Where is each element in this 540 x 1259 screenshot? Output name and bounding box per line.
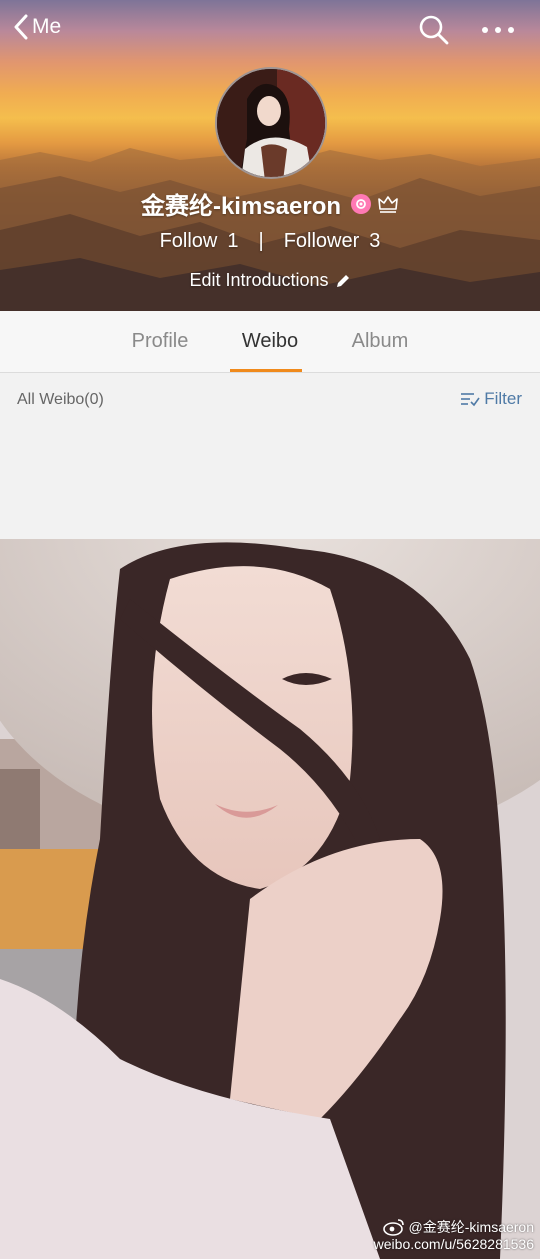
back-label: Me bbox=[32, 15, 62, 38]
edit-introductions-button[interactable]: Edit Introductions bbox=[0, 270, 540, 291]
pencil-icon bbox=[336, 274, 349, 287]
feed-header: All Weibo(0) Filter bbox=[0, 373, 540, 539]
follower-label: Follower bbox=[283, 230, 360, 252]
all-weibo-count: All Weibo(0) bbox=[17, 391, 104, 408]
follower-link[interactable]: Follower 3 bbox=[284, 230, 381, 253]
stats-separator: | bbox=[258, 230, 264, 252]
search-icon[interactable] bbox=[418, 14, 450, 46]
tab-album[interactable]: Album bbox=[325, 311, 435, 372]
follower-count: 3 bbox=[369, 230, 381, 252]
follow-link[interactable]: Follow 1 bbox=[160, 230, 239, 253]
tab-profile[interactable]: Profile bbox=[105, 311, 215, 372]
selfie-photo: @金赛纶-kimsaeron weibo.com/u/5628281536 bbox=[0, 539, 540, 1259]
filter-icon bbox=[461, 393, 480, 407]
filter-label: Filter bbox=[484, 389, 522, 408]
profile-name: 金赛纶-kimsaeron bbox=[140, 193, 342, 220]
tab-weibo[interactable]: Weibo bbox=[215, 311, 325, 372]
watermark-url: weibo.com/u/5628281536 bbox=[373, 1236, 534, 1252]
profile-tabs: Profile Weibo Album bbox=[0, 311, 540, 373]
profile-cover: Me 金赛纶-kimsaeron Follow 1 | Follower 3 E… bbox=[0, 0, 540, 311]
verified-badge-icon[interactable] bbox=[351, 193, 372, 214]
edit-introductions-label: Edit Introductions bbox=[189, 270, 329, 290]
profile-name-row: 金赛纶-kimsaeron bbox=[0, 186, 540, 221]
avatar[interactable] bbox=[215, 67, 327, 179]
weibo-logo-icon bbox=[382, 1219, 404, 1236]
follow-count: 1 bbox=[227, 230, 239, 252]
crown-icon[interactable] bbox=[377, 194, 399, 214]
follow-label: Follow bbox=[159, 230, 218, 252]
back-button[interactable]: Me bbox=[14, 14, 61, 40]
more-dots-icon[interactable] bbox=[478, 14, 518, 46]
filter-button[interactable]: Filter bbox=[460, 389, 522, 409]
photo-image bbox=[0, 539, 540, 1259]
avatar-image bbox=[217, 69, 325, 177]
weibo-watermark: @金赛纶-kimsaeron weibo.com/u/5628281536 bbox=[374, 1218, 534, 1253]
watermark-handle: @金赛纶-kimsaeron bbox=[408, 1218, 534, 1235]
follow-stats: Follow 1 | Follower 3 bbox=[0, 230, 540, 253]
chevron-left-icon bbox=[14, 14, 28, 40]
